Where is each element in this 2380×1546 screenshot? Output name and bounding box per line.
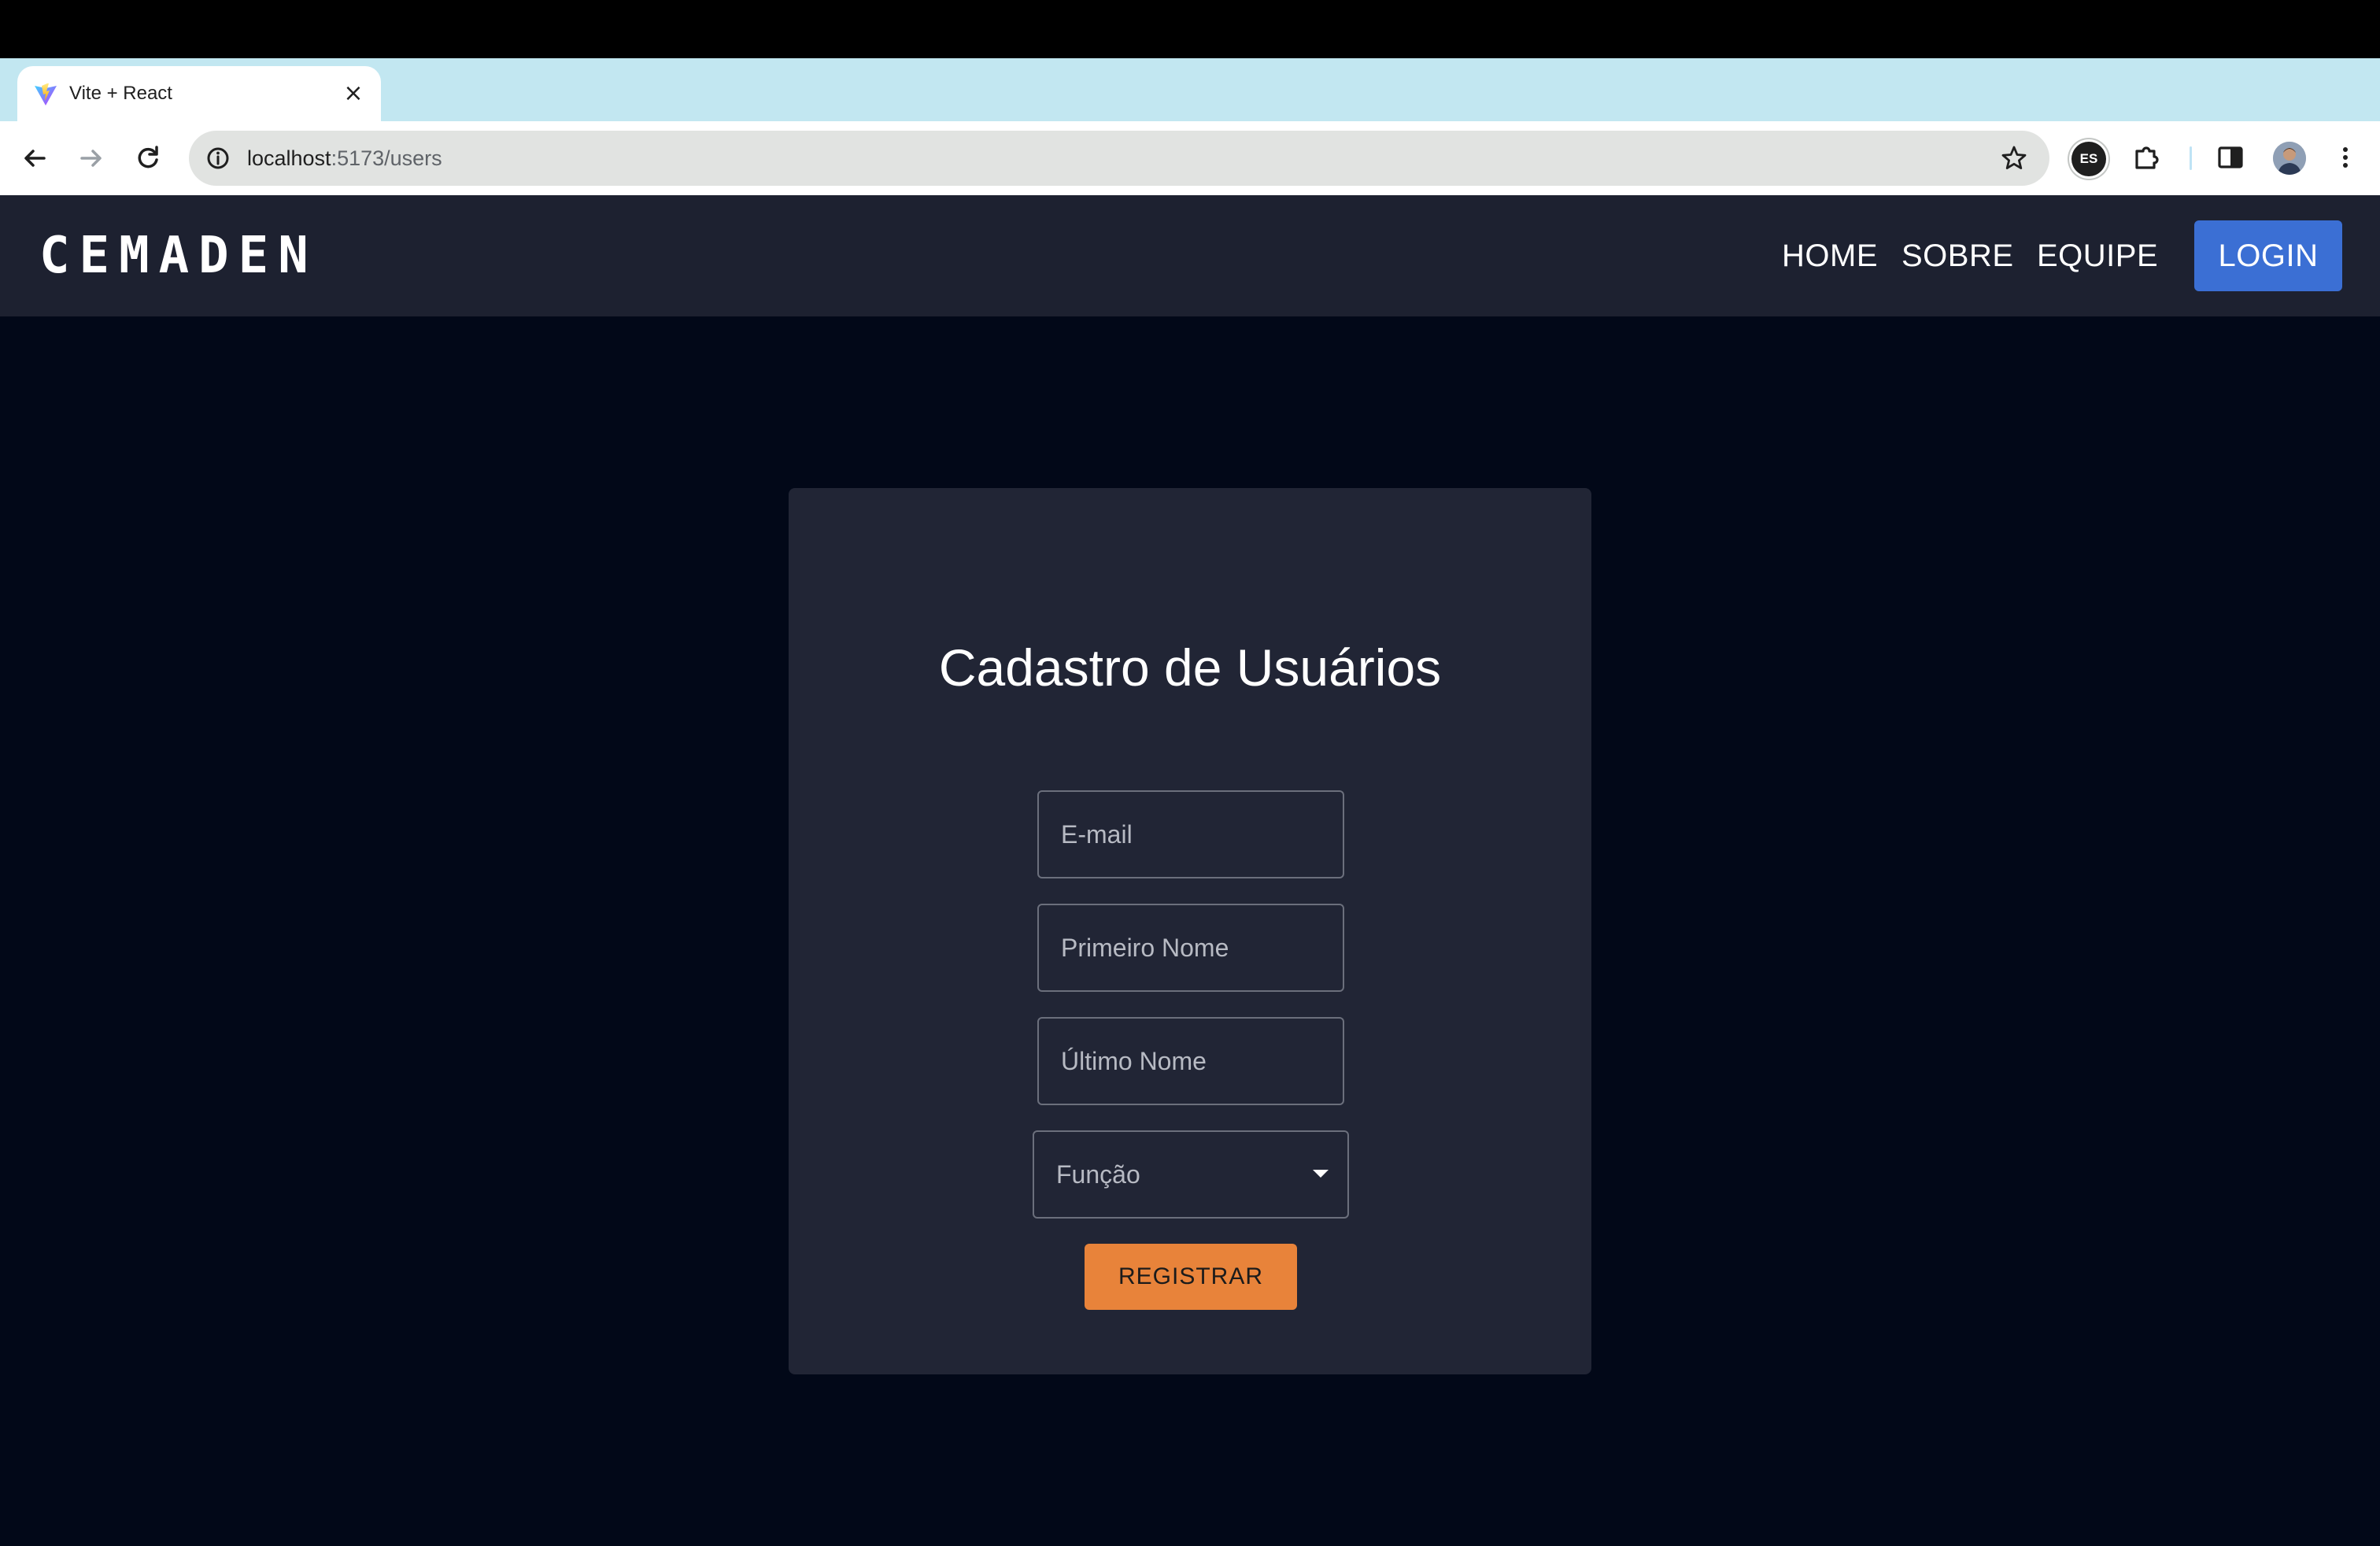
kebab-menu-icon[interactable] (2328, 140, 2363, 175)
info-icon[interactable] (203, 143, 233, 173)
tab-title: Vite + React (69, 83, 172, 104)
last-name-field (1037, 1017, 1344, 1105)
nav-equipe[interactable]: EQUIPE (2037, 195, 2158, 316)
caret-down-icon (1313, 1170, 1329, 1178)
email-field (1037, 790, 1344, 878)
profile-photo (2273, 142, 2306, 175)
vite-logo-icon (35, 83, 57, 105)
arrow-left-icon[interactable] (17, 141, 52, 176)
first-name-input[interactable] (1039, 905, 1343, 990)
reload-icon[interactable] (131, 141, 165, 176)
nav-home[interactable]: HOME (1782, 195, 1878, 316)
role-select[interactable]: Função (1033, 1130, 1349, 1219)
register-button[interactable]: REGISTRAR (1085, 1244, 1297, 1310)
address-url: localhost:5173/users (247, 131, 442, 186)
url-host: localhost (247, 146, 331, 170)
email-input[interactable] (1039, 792, 1343, 877)
user-registration-card: Cadastro de Usuários Função REGISTRAR (789, 488, 1591, 1374)
toolbar-separator (2190, 146, 2192, 170)
page-title: Cadastro de Usuários (938, 638, 1442, 697)
login-button[interactable]: LOGIN (2194, 220, 2342, 291)
extension-es-icon[interactable]: ES (2071, 142, 2106, 176)
address-bar[interactable]: localhost:5173/users (189, 131, 2049, 186)
arrow-right-icon[interactable] (74, 141, 109, 176)
browser-tab-strip: Vite + React × + (0, 58, 2380, 170)
brand-logo[interactable]: CEMADEN (39, 195, 318, 316)
star-icon[interactable] (1999, 143, 2029, 173)
side-panel-icon[interactable] (2213, 140, 2248, 175)
browser-tab[interactable]: Vite + React × (17, 66, 381, 121)
avatar[interactable] (2273, 142, 2306, 175)
nav-sobre[interactable]: SOBRE (1901, 195, 2014, 316)
url-path: :5173/users (331, 146, 442, 170)
close-icon[interactable]: × (340, 80, 367, 107)
puzzle-icon[interactable] (2130, 140, 2164, 175)
first-name-field (1037, 904, 1344, 992)
screen-top-bar (0, 0, 2380, 58)
role-select-label: Função (1056, 1160, 1140, 1189)
browser-toolbar: localhost:5173/users (0, 121, 2380, 195)
last-name-input[interactable] (1039, 1019, 1343, 1104)
app-navbar: CEMADEN HOME SOBRE EQUIPE LOGIN (0, 195, 2380, 316)
